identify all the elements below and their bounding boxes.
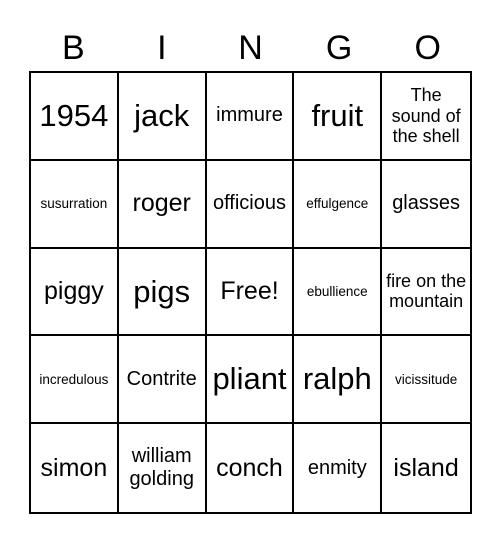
- bingo-cell[interactable]: enmity: [294, 424, 383, 512]
- bingo-cell[interactable]: ebullience: [294, 248, 383, 337]
- header-letter-i: I: [157, 29, 167, 67]
- bingo-cell[interactable]: william golding: [119, 424, 207, 512]
- header-letter-o: O: [414, 29, 441, 67]
- bingo-cell[interactable]: fruit: [294, 73, 383, 161]
- bingo-cell[interactable]: susurration: [31, 160, 119, 249]
- bingo-cell[interactable]: conch: [207, 424, 295, 512]
- bingo-header: B I N G O: [29, 28, 472, 68]
- bingo-cell[interactable]: Contrite: [118, 336, 207, 425]
- bingo-cell[interactable]: incredulous: [31, 336, 119, 425]
- bingo-cell[interactable]: fire on the mountain: [382, 249, 470, 337]
- bingo-cell[interactable]: simon: [31, 424, 119, 512]
- bingo-grid: 1954 jack immure fruit The sound of the …: [29, 71, 472, 514]
- header-letter-n: N: [238, 29, 263, 67]
- bingo-cell[interactable]: pigs: [118, 248, 207, 337]
- bingo-cell[interactable]: jack: [118, 73, 207, 161]
- bingo-cell[interactable]: ralph: [294, 336, 383, 425]
- bingo-cell[interactable]: 1954: [31, 73, 119, 161]
- bingo-cell[interactable]: vicissitude: [382, 336, 470, 425]
- bingo-cell[interactable]: piggy: [31, 248, 119, 337]
- header-letter-b: B: [61, 29, 85, 67]
- header-letter-g: G: [325, 29, 353, 67]
- bingo-cell[interactable]: pliant: [206, 336, 295, 425]
- bingo-cell[interactable]: immure: [206, 73, 295, 161]
- bingo-cell[interactable]: The sound of the shell: [382, 73, 470, 161]
- bingo-cell[interactable]: island: [382, 424, 470, 512]
- bingo-cell[interactable]: glasses: [382, 161, 470, 249]
- bingo-cell[interactable]: effulgence: [294, 160, 383, 249]
- bingo-cell[interactable]: officious: [206, 160, 295, 249]
- bingo-cell[interactable]: roger: [118, 160, 207, 249]
- free-space-cell[interactable]: Free!: [206, 248, 295, 337]
